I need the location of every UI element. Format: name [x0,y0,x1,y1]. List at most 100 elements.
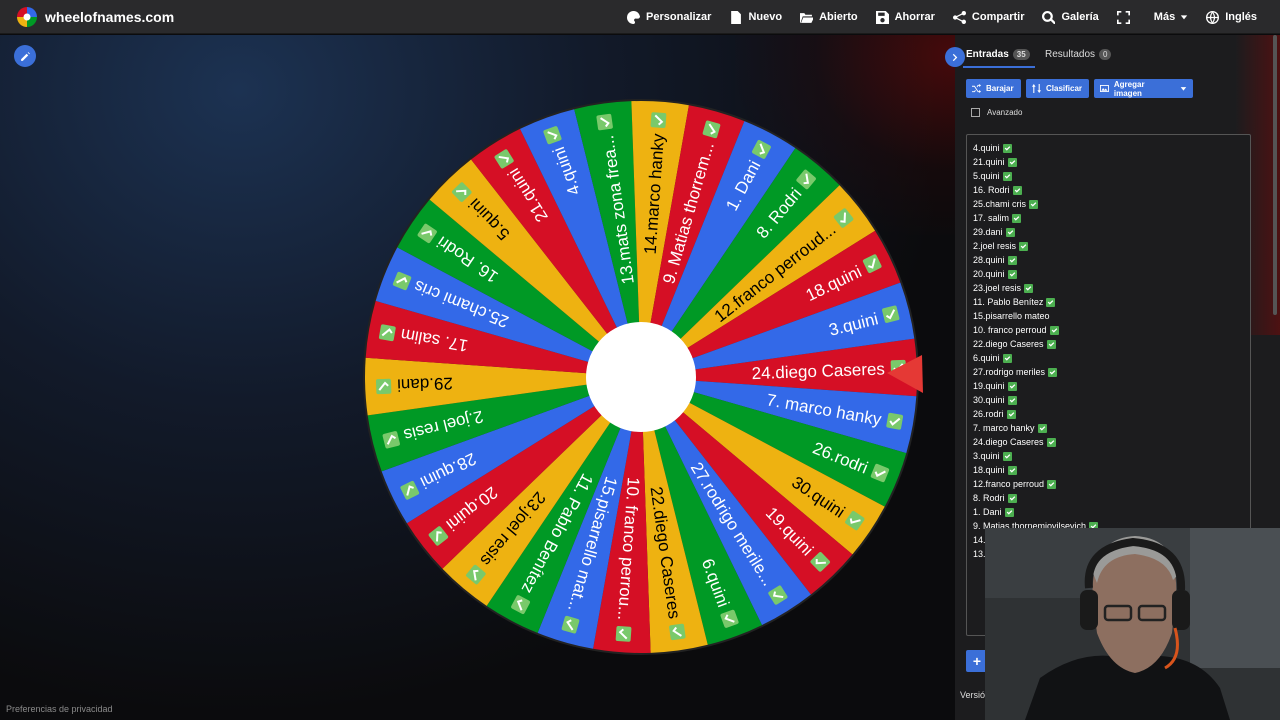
check-emoji-icon [1047,479,1057,489]
sort-button[interactable]: Clasificar [1026,79,1089,98]
fullscreen-icon [1116,10,1130,24]
nav-label: Compartir [971,11,1025,23]
entry-line: 16. Rodri [973,183,1098,197]
webcam-overlay [985,528,1280,720]
entry-text: 12.franco perroud [973,479,1045,489]
nav-ingles-button[interactable]: Inglés [1197,0,1266,34]
shuffle-label: Barajar [986,84,1014,93]
nav-label: Nuevo [748,11,783,23]
panel-scrollbar[interactable] [1273,35,1277,315]
top-bar: wheelofnames.com Personalizar Nuevo Abiert… [0,0,1280,34]
entry-line: 3.quini [973,449,1098,463]
entry-line: 7. marco hanky [973,421,1098,435]
nav-fullscreen-button[interactable] [1108,0,1145,34]
check-emoji-icon [596,113,613,131]
entry-text: 24.diego Caseres [973,437,1044,447]
entry-text: 15.pisarrello mateo [973,311,1050,321]
palette-icon [627,10,641,24]
nav-compartir-button[interactable]: Compartir [944,0,1034,34]
entry-line: 10. franco perroud [973,323,1098,337]
pencil-icon [20,51,30,61]
nav-mas-button[interactable]: Más [1145,0,1197,34]
nav-label: Más [1153,11,1176,23]
wheel-logo-icon [17,6,37,27]
search-icon [1042,10,1056,24]
shuffle-button[interactable]: Barajar [966,79,1021,98]
entry-text: 10. franco perroud [973,325,1047,335]
entry-text: 13. [973,549,986,559]
advanced-label: Avanzado [987,108,1023,117]
entry-line: 5.quini [973,169,1098,183]
image-icon [1100,84,1109,93]
entry-line: 21.quini [973,155,1098,169]
entry-line: 26.rodri [973,407,1098,421]
check-emoji-icon [1012,185,1022,195]
check-emoji-icon [1037,423,1047,433]
entry-line: 29.dani [973,225,1098,239]
entry-line: 2.joel resis [973,239,1098,253]
entry-text: 30.quini [973,395,1005,405]
check-emoji-icon [1046,339,1056,349]
advanced-checkbox[interactable] [971,108,980,117]
entry-line: 22.diego Caseres [973,337,1098,351]
entry-line: 15.pisarrello mateo [973,309,1098,323]
tab-entries[interactable]: Entradas 35 [966,49,1030,60]
nav-label: Inglés [1225,11,1257,23]
tab-results[interactable]: Resultados 0 [1045,49,1112,60]
check-emoji-icon [1002,353,1012,363]
nav-label: Galería [1061,11,1099,23]
entry-text: 1. Dani [973,507,1002,517]
check-emoji-icon [615,626,632,642]
shuffle-icon [972,84,981,93]
folder-open-icon [800,12,814,23]
check-emoji-icon [1007,381,1017,391]
save-icon [875,10,889,24]
nav-galeria-button[interactable]: Galería [1033,0,1107,34]
logo[interactable]: wheelofnames.com [16,6,174,28]
nav-nuevo-button[interactable]: Nuevo [720,0,791,34]
nav-abierto-button[interactable]: Abierto [791,0,867,34]
check-emoji-icon [1007,395,1017,405]
check-emoji-icon [669,623,686,641]
check-emoji-icon [1024,283,1034,293]
entry-text: 19.quini [973,381,1005,391]
nav-ahorrar-button[interactable]: Ahorrar [867,0,944,34]
check-emoji-icon [1029,199,1039,209]
entry-line: 11. Pablo Benítez [973,295,1098,309]
entry-line: 19.quini [973,379,1098,393]
spin-wheel[interactable]: 24.diego Caseres7. marco hanky26.rodri30… [356,92,926,662]
privacy-link[interactable]: Preferencias de privacidad [6,704,113,714]
nav-label: Personalizar [646,11,712,23]
entry-text: 14. [973,535,986,545]
check-emoji-icon [1002,171,1012,181]
entry-line: 8. Rodri [973,491,1098,505]
entry-text: 7. marco hanky [973,423,1035,433]
check-emoji-icon [1007,493,1017,503]
caret-down-icon [1181,15,1188,20]
sort-icon [1032,84,1041,93]
check-emoji-icon [1004,507,1014,517]
add-image-button[interactable]: Agregar imagen [1094,79,1193,98]
entry-text: 8. Rodri [973,493,1005,503]
entry-text: 6.quini [973,353,1000,363]
wheel-center-hub[interactable] [586,322,696,432]
edit-button[interactable] [14,45,36,67]
advanced-toggle[interactable]: Avanzado [971,108,1022,117]
entry-line: 20.quini [973,267,1098,281]
check-emoji-icon [378,324,396,342]
check-emoji-icon [1005,227,1015,237]
tab-entries-label: Entradas [966,49,1009,60]
nav-label: Abierto [819,11,858,23]
entry-text: 27.rodrigo meriles [973,367,1046,377]
sort-label: Clasificar [1046,84,1083,93]
panel-collapse-button[interactable] [945,47,965,67]
check-emoji-icon [1048,367,1058,377]
entry-text: 21.quini [973,157,1005,167]
active-tab-indicator [963,66,1035,68]
entry-line: 4.quini [973,141,1098,155]
tab-results-label: Resultados [1045,49,1096,60]
nav-personalizar-button[interactable]: Personalizar [618,0,720,34]
share-icon [952,10,966,24]
check-emoji-icon [1049,325,1059,335]
check-emoji-icon [1012,213,1022,223]
